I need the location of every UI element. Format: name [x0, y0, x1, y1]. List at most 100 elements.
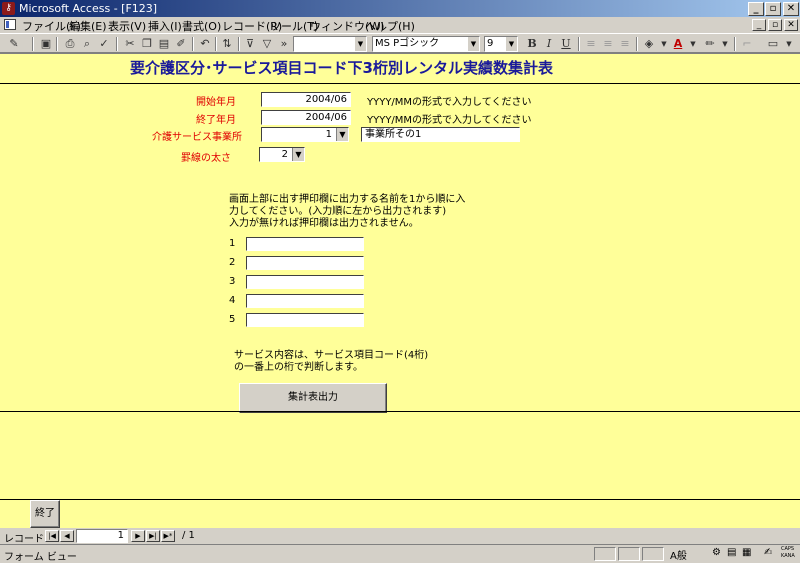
dictionary-icon[interactable]: ▤	[727, 547, 736, 558]
chevron-down-icon[interactable]: ▼	[292, 148, 304, 161]
stamp-name-input-4[interactable]	[246, 294, 364, 308]
stamp-instruction-line-2: 力してください。(入力順に左から出力されます)	[229, 206, 447, 217]
stamp-name-input-5[interactable]	[246, 313, 364, 327]
copy-icon[interactable]: ❐	[139, 37, 155, 51]
ime-toolbar-icon[interactable]: ⚙	[712, 547, 721, 558]
form-area: 要介護区分･サービス項目コード下3桁別レンタル実績数集計表 開始年月 2004/…	[0, 53, 800, 528]
view-design-icon[interactable]: ✎	[6, 37, 22, 51]
first-record-button[interactable]: |◀	[45, 530, 59, 542]
font-size-value: 9	[487, 38, 494, 49]
font-name-combo[interactable]: MS Pゴシック ▼	[372, 36, 480, 52]
format-painter-icon[interactable]: ✐	[173, 37, 189, 51]
chevron-down-icon[interactable]: ▼	[468, 37, 479, 51]
toolbar-separator	[32, 37, 34, 51]
spelling-icon[interactable]: ✓	[96, 37, 112, 51]
close-window-button[interactable]: ✕	[783, 2, 799, 16]
toolbar-overflow-icon[interactable]: »	[276, 37, 292, 51]
print-preview-icon[interactable]: ⌕	[79, 37, 95, 51]
stamp-name-input-3[interactable]	[246, 275, 364, 289]
align-left-icon[interactable]: ≡	[583, 37, 599, 51]
menu-edit[interactable]: 編集(E)	[69, 18, 107, 34]
toolbar-separator	[56, 37, 58, 51]
stamp-name-input-1[interactable]	[246, 237, 364, 251]
restore-button[interactable]: ▫	[765, 2, 781, 16]
last-record-button[interactable]: ▶|	[146, 530, 160, 542]
sort-icon[interactable]: ⇅	[219, 37, 235, 51]
doc-minimize-button[interactable]: _	[752, 19, 766, 31]
fill-color-icon[interactable]: ◈	[641, 37, 657, 51]
filter-by-selection-icon[interactable]: ⊽	[242, 37, 258, 51]
title-bar: ⚷ Microsoft Access - [F123] _ ▫ ✕	[0, 0, 800, 17]
current-record-field[interactable]: 1	[76, 529, 128, 543]
menu-format[interactable]: 書式(O)	[182, 18, 221, 34]
start-month-hint: YYYY/MMの形式で入力してください	[367, 97, 532, 108]
window-title: Microsoft Access - [F123]	[19, 2, 158, 15]
next-record-button[interactable]: ▶	[131, 530, 145, 542]
menu-insert[interactable]: 挿入(I)	[148, 18, 182, 34]
menu-help[interactable]: ヘルプ(H)	[365, 18, 415, 34]
toolbar-separator	[215, 37, 217, 51]
font-size-combo[interactable]: 9 ▼	[484, 36, 518, 52]
menu-view[interactable]: 表示(V)	[108, 18, 146, 34]
service-note-line-1: サービス内容は、サービス項目コード(4桁)	[234, 350, 429, 361]
line-color-icon[interactable]: ✏	[702, 37, 718, 51]
chevron-down-icon[interactable]: ▼	[685, 37, 701, 51]
cut-icon[interactable]: ✂	[122, 37, 138, 51]
line-width-label: 罫線の太さ	[181, 153, 231, 164]
print-icon[interactable]: ⎙	[62, 37, 78, 51]
chevron-down-icon[interactable]: ▼	[717, 37, 733, 51]
line-width-combo[interactable]: 2 ▼	[259, 147, 305, 162]
start-month-input[interactable]: 2004/06	[261, 92, 351, 107]
stamp-instruction-line-1: 画面上部に出す押印欄に出力する名前を1から順に入	[229, 194, 466, 205]
toolbar-separator	[636, 37, 638, 51]
border-width-icon[interactable]: ⌐	[739, 37, 755, 51]
ime-mode-indicator[interactable]: A般	[670, 547, 687, 562]
line-width-value: 2	[281, 149, 288, 160]
undo-icon[interactable]: ↶	[197, 37, 213, 51]
stamp-number-2: 2	[229, 257, 236, 268]
office-combo[interactable]: 1 ▼	[261, 127, 349, 142]
paste-icon[interactable]: ▤	[156, 37, 172, 51]
align-center-icon[interactable]: ≡	[600, 37, 616, 51]
chevron-down-icon[interactable]: ▼	[781, 37, 797, 51]
end-month-input[interactable]: 2004/06	[261, 110, 351, 125]
toolbar-separator	[734, 37, 736, 51]
previous-record-button[interactable]: ◀	[60, 530, 74, 542]
stamp-number-4: 4	[229, 295, 236, 306]
toolbar-separator	[116, 37, 118, 51]
chevron-down-icon[interactable]: ▼	[355, 37, 366, 51]
form-doc-icon[interactable]	[4, 19, 16, 30]
record-total: / 1	[182, 530, 195, 541]
ime-pad-icon[interactable]: ▦	[742, 547, 751, 558]
menu-bar: ファイル(F) 編集(E) 表示(V) 挿入(I) 書式(O) レコード(R) …	[0, 17, 800, 33]
stamp-name-input-2[interactable]	[246, 256, 364, 270]
stamp-number-1: 1	[229, 238, 236, 249]
special-effect-icon[interactable]: ▭	[765, 37, 781, 51]
chevron-down-icon[interactable]: ▼	[506, 37, 517, 51]
output-summary-button[interactable]: 集計表出力	[239, 383, 387, 413]
header-divider	[0, 83, 800, 84]
end-month-hint: YYYY/MMの形式で入力してください	[367, 115, 532, 126]
bold-button[interactable]: B	[524, 37, 540, 51]
chevron-down-icon[interactable]: ▼	[336, 128, 348, 141]
underline-button[interactable]: U	[558, 37, 574, 51]
doc-close-button[interactable]: ✕	[784, 19, 798, 31]
access-app-icon[interactable]: ⚷	[2, 2, 15, 15]
filter-icon[interactable]: ▽	[259, 37, 275, 51]
italic-button[interactable]: I	[541, 37, 557, 51]
save-icon[interactable]: ▣	[38, 37, 54, 51]
object-combo[interactable]: ▼	[293, 36, 367, 52]
minimize-button[interactable]: _	[748, 2, 764, 16]
stamp-instruction-line-3: 入力が無ければ押印欄は出力されません。	[229, 218, 419, 229]
toolbar: ✎ ▣ ⎙ ⌕ ✓ ✂ ❐ ▤ ✐ ↶ ⇅ ⊽ ▽ » ▼ MS Pゴシック ▼…	[0, 33, 800, 53]
status-panel	[642, 547, 664, 561]
status-panel	[594, 547, 616, 561]
status-bar: フォーム ビュー A般 ⚙ ▤ ▦ ✍ CAPS KANA	[0, 544, 800, 563]
close-form-button[interactable]: 終了	[30, 500, 60, 528]
office-combo-value: 1	[325, 129, 332, 140]
doc-restore-button[interactable]: ▫	[768, 19, 782, 31]
align-right-icon[interactable]: ≡	[617, 37, 633, 51]
help-icon[interactable]: ✍	[764, 547, 772, 558]
font-color-icon[interactable]: A	[670, 37, 686, 51]
new-record-button[interactable]: ▶*	[161, 530, 175, 542]
